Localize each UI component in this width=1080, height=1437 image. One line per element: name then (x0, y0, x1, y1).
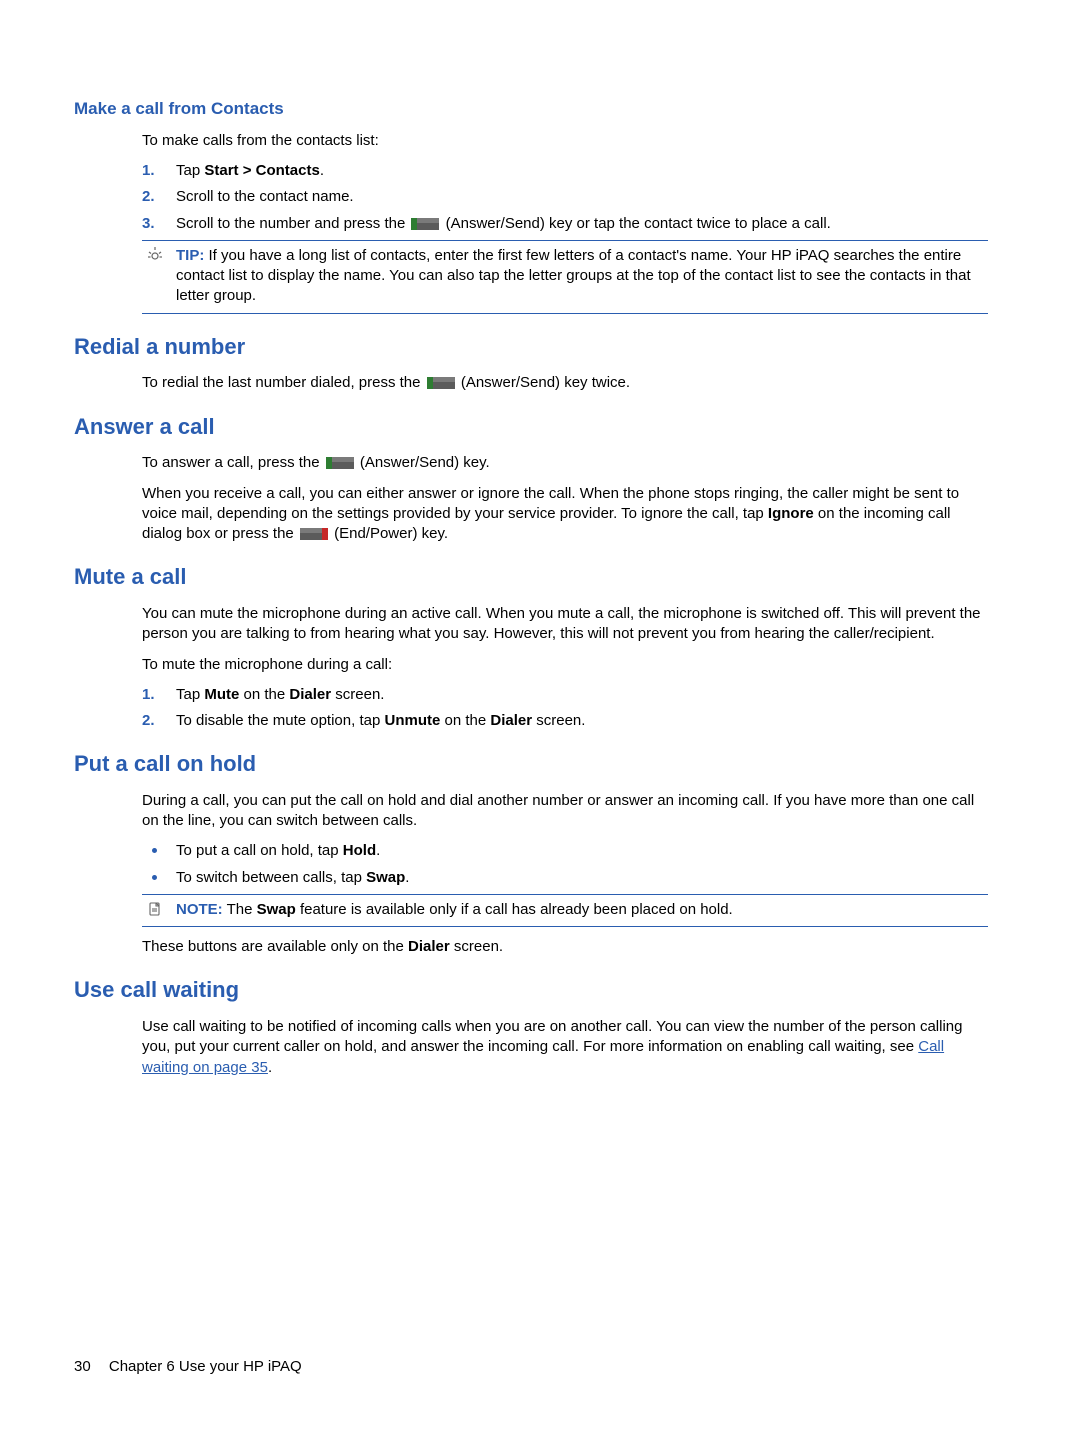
tip-callout: TIP: If you have a long list of contacts… (142, 240, 988, 314)
answer-send-key-icon (326, 457, 354, 469)
heading-answer: Answer a call (74, 412, 988, 442)
step-text: Scroll to the number and press the (Answ… (176, 214, 831, 234)
answer-p2: When you receive a call, you can either … (142, 484, 988, 545)
heading-call-waiting: Use call waiting (74, 975, 988, 1005)
step-text: Scroll to the contact name. (176, 187, 354, 207)
section-answer-body: To answer a call, press the (Answer/Send… (142, 453, 988, 544)
mute-step-1: 1. Tap Mute on the Dialer screen. (142, 685, 988, 705)
note-content: NOTE: The Swap feature is available only… (176, 900, 988, 920)
section-redial-body: To redial the last number dialed, press … (142, 373, 988, 393)
chapter-title: Chapter 6 Use your HP iPAQ (109, 1358, 302, 1375)
page: Make a call from Contacts To make calls … (0, 0, 1080, 1437)
page-footer: 30 Chapter 6 Use your HP iPAQ (74, 1357, 302, 1377)
heading-hold: Put a call on hold (74, 749, 988, 779)
heading-make-call-contacts: Make a call from Contacts (74, 98, 988, 121)
contacts-steps: 1. Tap Start > Contacts. 2. Scroll to th… (142, 161, 988, 234)
mute-p1: You can mute the microphone during an ac… (142, 604, 988, 645)
mute-steps: 1. Tap Mute on the Dialer screen. 2. To … (142, 685, 988, 732)
heading-redial: Redial a number (74, 332, 988, 362)
tip-text: If you have a long list of contacts, ent… (176, 247, 971, 305)
section-waiting-body: Use call waiting to be notified of incom… (142, 1017, 988, 1078)
answer-send-key-icon (411, 218, 439, 230)
tip-content: TIP: If you have a long list of contacts… (176, 246, 988, 307)
step-text: To disable the mute option, tap Unmute o… (176, 711, 585, 731)
contacts-step-2: 2. Scroll to the contact name. (142, 187, 988, 207)
mute-step-2: 2. To disable the mute option, tap Unmut… (142, 711, 988, 731)
tip-icon (142, 246, 168, 263)
step-text: Tap Start > Contacts. (176, 161, 324, 181)
end-power-key-icon (300, 528, 328, 540)
list-marker: 1. (142, 161, 176, 181)
answer-send-key-icon (427, 377, 455, 389)
hold-bullet-2: To switch between calls, tap Swap. (142, 868, 988, 888)
waiting-p1: Use call waiting to be notified of incom… (142, 1017, 988, 1078)
redial-text: To redial the last number dialed, press … (142, 373, 988, 393)
list-marker: 3. (142, 214, 176, 234)
hold-p1: During a call, you can put the call on h… (142, 791, 988, 832)
section-hold-body: During a call, you can put the call on h… (142, 791, 988, 958)
hold-p3: These buttons are available only on the … (142, 937, 988, 957)
section-contacts-body: To make calls from the contacts list: 1.… (142, 131, 988, 314)
note-label: NOTE: (176, 901, 223, 918)
hold-bullet-1: To put a call on hold, tap Hold. (142, 841, 988, 861)
contacts-intro: To make calls from the contacts list: (142, 131, 988, 151)
page-number: 30 (74, 1358, 91, 1375)
note-icon (142, 900, 168, 917)
mute-p2: To mute the microphone during a call: (142, 655, 988, 675)
hold-bullets: To put a call on hold, tap Hold. To swit… (142, 841, 988, 888)
note-callout: NOTE: The Swap feature is available only… (142, 894, 988, 927)
contacts-step-1: 1. Tap Start > Contacts. (142, 161, 988, 181)
list-marker: 1. (142, 685, 176, 705)
tip-label: TIP: (176, 247, 204, 264)
list-marker: 2. (142, 711, 176, 731)
section-mute-body: You can mute the microphone during an ac… (142, 604, 988, 731)
list-marker: 2. (142, 187, 176, 207)
contacts-step-3: 3. Scroll to the number and press the (A… (142, 214, 988, 234)
answer-p1: To answer a call, press the (Answer/Send… (142, 453, 988, 473)
step-text: Tap Mute on the Dialer screen. (176, 685, 384, 705)
heading-mute: Mute a call (74, 562, 988, 592)
